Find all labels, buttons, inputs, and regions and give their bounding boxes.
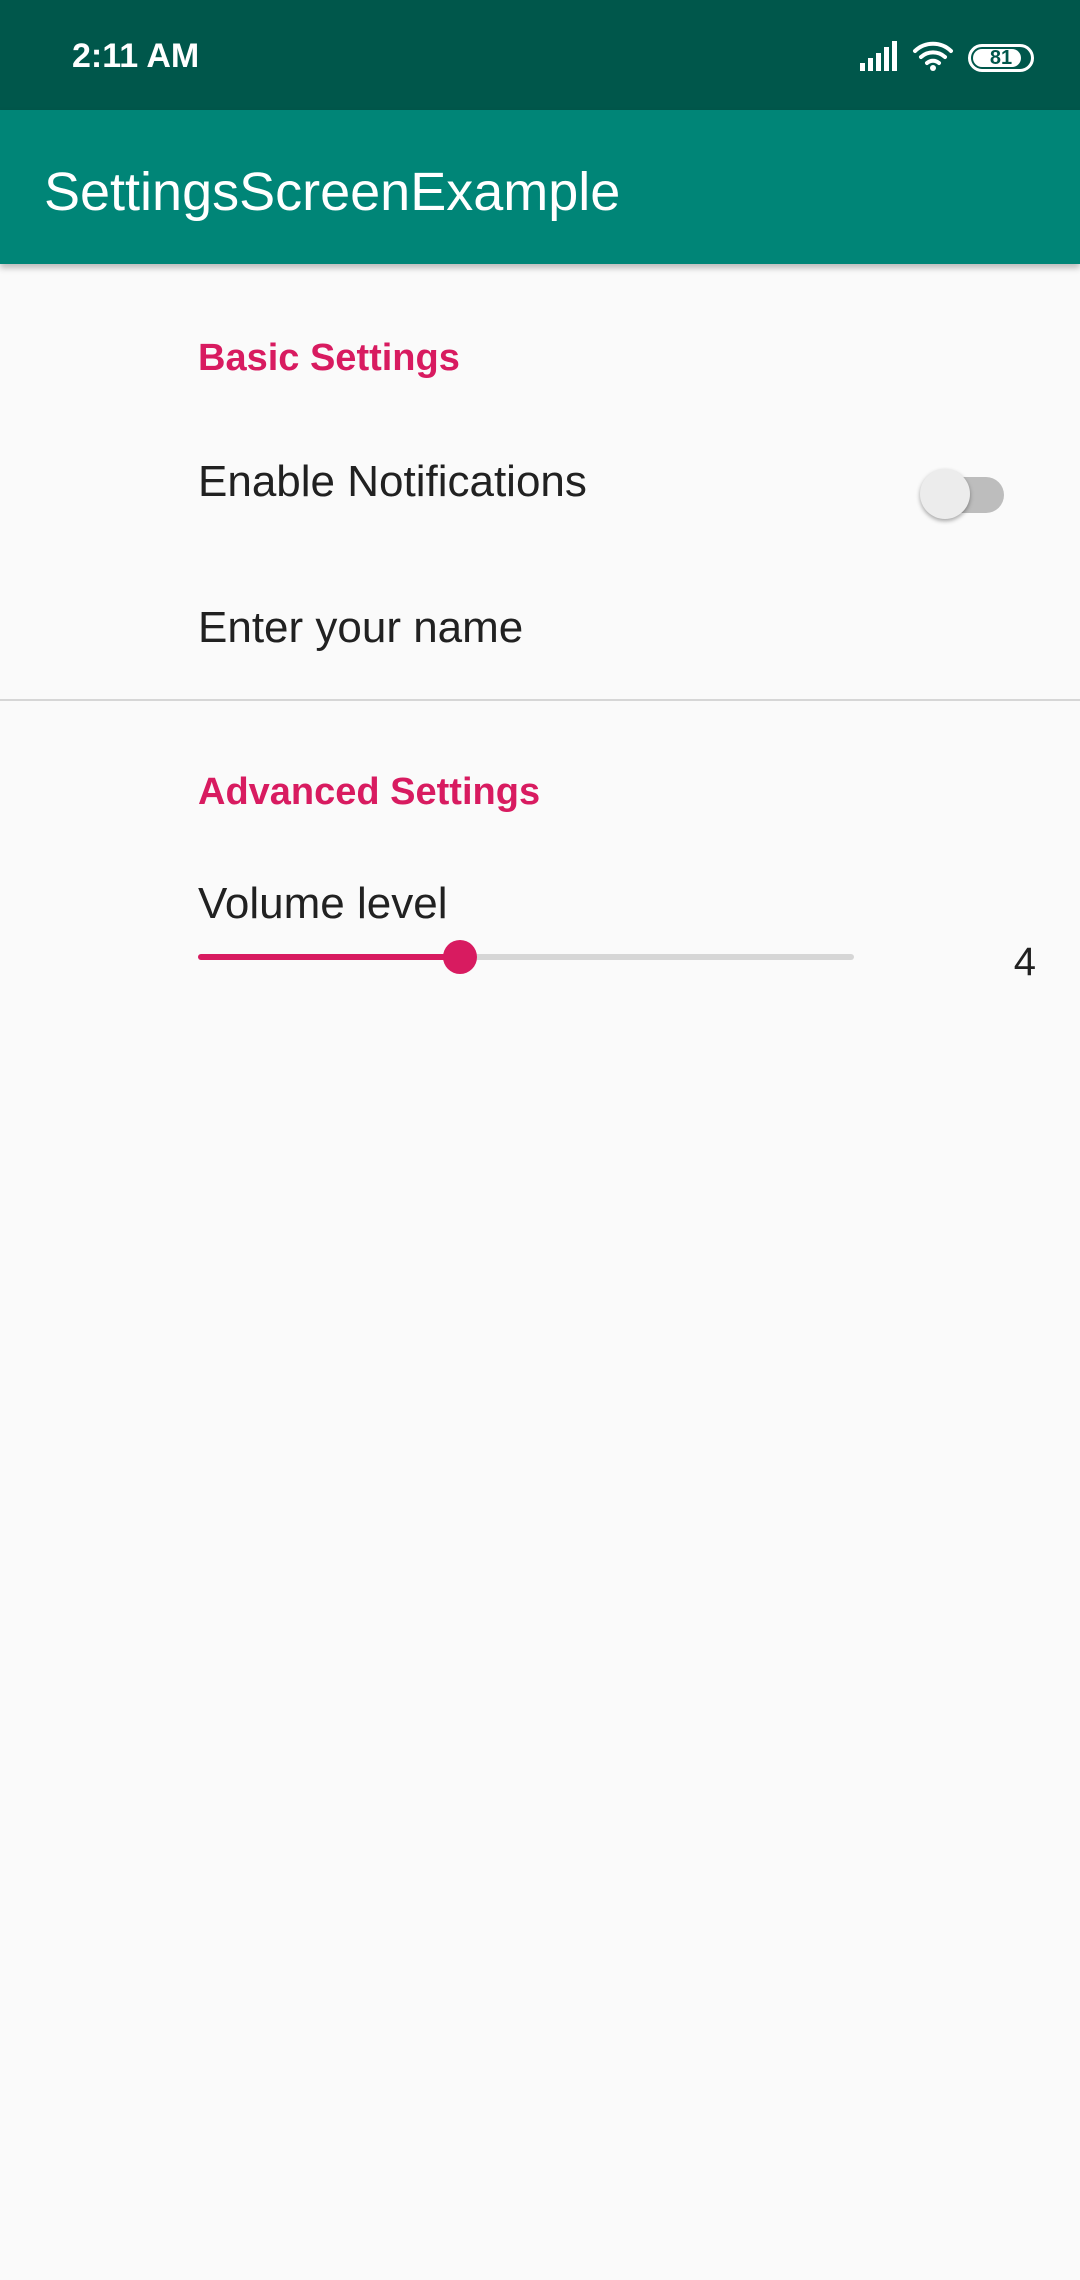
volume-level-label: Volume level xyxy=(198,879,448,928)
advanced-settings-header: Advanced Settings xyxy=(198,771,541,813)
notifications-switch[interactable] xyxy=(920,458,1004,519)
volume-value: 4 xyxy=(1013,940,1036,984)
status-icons: 81 xyxy=(858,38,1034,78)
wifi-icon xyxy=(912,40,954,77)
app-title: SettingsScreenExample xyxy=(44,162,621,222)
status-time: 2:11 AM xyxy=(72,37,200,75)
app-bar: SettingsScreenExample xyxy=(0,110,1080,264)
section-divider xyxy=(0,699,1080,701)
basic-settings-header: Basic Settings xyxy=(198,337,460,379)
battery-level: 81 xyxy=(989,46,1013,69)
enter-name-preference[interactable]: Enter your name xyxy=(0,570,1080,690)
enable-notifications-label: Enable Notifications xyxy=(198,457,587,506)
volume-slider[interactable] xyxy=(198,936,854,976)
slider-fill xyxy=(198,954,460,960)
slider-thumb[interactable] xyxy=(443,940,477,974)
signal-icon xyxy=(858,40,898,76)
battery-icon: 81 xyxy=(968,44,1034,72)
switch-thumb xyxy=(920,469,970,519)
status-bar: 2:11 AM 81 xyxy=(0,0,1080,110)
enter-name-label: Enter your name xyxy=(198,603,524,652)
enable-notifications-preference[interactable]: Enable Notifications xyxy=(0,420,1080,540)
